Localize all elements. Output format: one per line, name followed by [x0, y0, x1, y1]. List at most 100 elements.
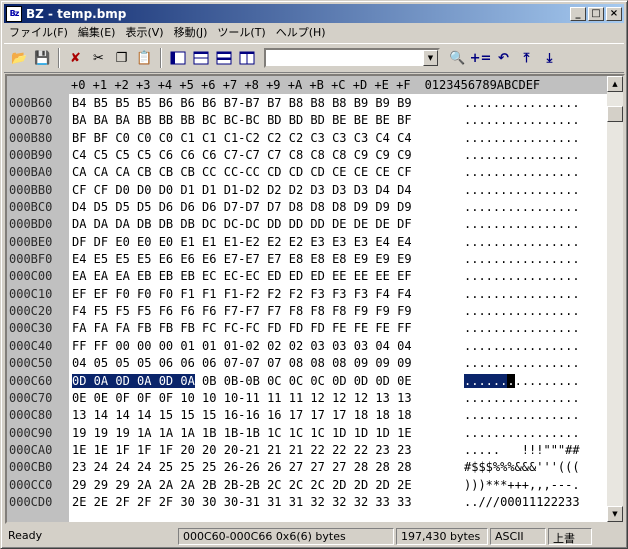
- row-hex-bytes[interactable]: BA BA BA BB BB BB BC BC-BC BD BD BD BE B…: [72, 112, 412, 129]
- row-hex-bytes[interactable]: EF EF F0 F0 F0 F1 F1 F1-F2 F2 F2 F3 F3 F…: [72, 286, 412, 303]
- row-ascii[interactable]: ................: [464, 164, 580, 181]
- scroll-down-icon[interactable]: ▼: [607, 506, 623, 522]
- search-combobox[interactable]: ▼: [264, 48, 440, 68]
- hex-row[interactable]: 000B80 BF BF C0 C0 C0 C1 C1 C1-C2 C2 C2 C…: [7, 130, 607, 147]
- find-icon[interactable]: 🔍: [446, 47, 469, 69]
- row-hex-bytes[interactable]: B4 B5 B5 B5 B6 B6 B6 B7-B7 B7 B8 B8 B8 B…: [72, 95, 412, 112]
- row-hex-bytes[interactable]: EA EA EA EB EB EB EC EC-EC ED ED ED EE E…: [72, 268, 412, 285]
- row-hex-bytes[interactable]: 1E 1E 1F 1F 1F 20 20 20-21 21 21 22 22 2…: [72, 442, 412, 459]
- paste-icon[interactable]: 📋: [133, 47, 156, 69]
- jump-down-icon[interactable]: ⤓: [538, 47, 561, 69]
- row-hex-bytes[interactable]: 13 14 14 14 15 15 15 16-16 16 17 17 17 1…: [72, 407, 412, 424]
- row-hex-bytes[interactable]: BF BF C0 C0 C0 C1 C1 C1-C2 C2 C2 C3 C3 C…: [72, 130, 412, 147]
- row-ascii[interactable]: ................: [464, 199, 580, 216]
- row-ascii[interactable]: ................: [464, 182, 580, 199]
- row-hex-bytes[interactable]: FF FF 00 00 00 01 01 01-02 02 02 03 03 0…: [72, 338, 412, 355]
- hex-row[interactable]: 000BE0 DF DF E0 E0 E0 E1 E1 E1-E2 E2 E2 E…: [7, 234, 607, 251]
- row-hex-bytes[interactable]: 19 19 19 1A 1A 1A 1B 1B-1B 1C 1C 1C 1D 1…: [72, 425, 412, 442]
- layout-single-icon[interactable]: [166, 47, 189, 69]
- hex-row[interactable]: 000C80 13 14 14 14 15 15 15 16-16 16 17 1…: [7, 407, 607, 424]
- hex-rows[interactable]: 000B60 B4 B5 B5 B5 B6 B6 B6 B7-B7 B7 B8 B…: [7, 95, 607, 511]
- row-hex-bytes[interactable]: 2E 2E 2F 2F 2F 30 30 30-31 31 31 32 32 3…: [72, 494, 412, 511]
- scroll-thumb[interactable]: [607, 106, 623, 122]
- hex-row[interactable]: 000BA0 CA CA CA CB CB CB CC CC-CC CD CD C…: [7, 164, 607, 181]
- row-hex-bytes[interactable]: 04 05 05 05 06 06 06 07-07 07 08 08 08 0…: [72, 355, 412, 372]
- hex-row[interactable]: 000BB0 CF CF D0 D0 D0 D1 D1 D1-D2 D2 D2 D…: [7, 182, 607, 199]
- row-ascii[interactable]: ................: [464, 373, 580, 390]
- row-ascii[interactable]: ................: [464, 286, 580, 303]
- hex-row[interactable]: 000B60 B4 B5 B5 B5 B6 B6 B6 B7-B7 B7 B8 B…: [7, 95, 607, 112]
- row-hex-bytes[interactable]: 0E 0E 0F 0F 0F 10 10 10-11 11 11 12 12 1…: [72, 390, 412, 407]
- hex-row[interactable]: 000CA0 1E 1E 1F 1F 1F 20 20 20-21 21 21 2…: [7, 442, 607, 459]
- row-ascii[interactable]: ..... !!!"""##: [464, 442, 580, 459]
- row-ascii[interactable]: #$$$%%%&&&'''(((: [464, 459, 580, 476]
- layout-split-h-icon[interactable]: [189, 47, 212, 69]
- hex-row[interactable]: 000B90 C4 C5 C5 C5 C6 C6 C6 C7-C7 C7 C8 C…: [7, 147, 607, 164]
- close-button[interactable]: ×: [606, 6, 622, 21]
- hex-row[interactable]: 000C20 F4 F5 F5 F5 F6 F6 F6 F7-F7 F7 F8 F…: [7, 303, 607, 320]
- row-ascii[interactable]: ................: [464, 216, 580, 233]
- hex-row[interactable]: 000CD0 2E 2E 2F 2F 2F 30 30 30-31 31 31 3…: [7, 494, 607, 511]
- menu-jump[interactable]: 移動(J): [169, 24, 213, 40]
- chevron-down-icon[interactable]: ▼: [423, 50, 438, 66]
- row-ascii[interactable]: ................: [464, 251, 580, 268]
- hex-row[interactable]: 000BC0 D4 D5 D5 D5 D6 D6 D6 D7-D7 D7 D8 D…: [7, 199, 607, 216]
- hex-row[interactable]: 000BD0 DA DA DA DB DB DB DC DC-DC DD DD D…: [7, 216, 607, 233]
- row-ascii[interactable]: ................: [464, 234, 580, 251]
- row-hex-bytes[interactable]: CF CF D0 D0 D0 D1 D1 D1-D2 D2 D2 D3 D3 D…: [72, 182, 412, 199]
- maximize-button[interactable]: □: [588, 6, 604, 21]
- row-ascii[interactable]: ................: [464, 355, 580, 372]
- title-bar[interactable]: Bz BZ - temp.bmp _ □ ×: [4, 4, 624, 23]
- row-hex-bytes[interactable]: 23 24 24 24 25 25 25 26-26 26 27 27 27 2…: [72, 459, 412, 476]
- hex-row[interactable]: 000C00 EA EA EA EB EB EB EC EC-EC ED ED E…: [7, 268, 607, 285]
- row-ascii[interactable]: ................: [464, 95, 580, 112]
- hex-row[interactable]: 000C10 EF EF F0 F0 F0 F1 F1 F1-F2 F2 F2 F…: [7, 286, 607, 303]
- row-hex-bytes[interactable]: E4 E5 E5 E5 E6 E6 E6 E7-E7 E7 E8 E8 E8 E…: [72, 251, 412, 268]
- row-hex-rest[interactable]: 0B 0B-0B 0C 0C 0C 0D 0D 0D 0E: [195, 374, 412, 388]
- row-ascii-rest[interactable]: .........: [515, 374, 580, 388]
- row-hex-bytes[interactable]: CA CA CA CB CB CB CC CC-CC CD CD CD CE C…: [72, 164, 412, 181]
- selected-bytes[interactable]: 0D 0A 0D 0A 0D 0A: [72, 373, 195, 388]
- open-folder-icon[interactable]: 📂: [8, 47, 31, 69]
- row-ascii[interactable]: ................: [464, 303, 580, 320]
- row-ascii[interactable]: ................: [464, 338, 580, 355]
- row-hex-bytes[interactable]: D4 D5 D5 D5 D6 D6 D6 D7-D7 D7 D8 D8 D8 D…: [72, 199, 412, 216]
- row-hex-bytes[interactable]: FA FA FA FB FB FB FC FC-FC FD FD FD FE F…: [72, 320, 412, 337]
- hex-editor-view[interactable]: +0 +1 +2 +3 +4 +5 +6 +7 +8 +9 +A +B +C +…: [5, 74, 625, 524]
- layout-split-h2-icon[interactable]: [212, 47, 235, 69]
- menu-file[interactable]: ファイル(F): [4, 24, 73, 40]
- row-ascii[interactable]: ................: [464, 407, 580, 424]
- hex-row[interactable]: 000BF0 E4 E5 E5 E5 E6 E6 E6 E7-E7 E7 E8 E…: [7, 251, 607, 268]
- scroll-up-icon[interactable]: ▲: [607, 76, 623, 92]
- hex-row[interactable]: 000C70 0E 0E 0F 0F 0F 10 10 10-11 11 11 1…: [7, 390, 607, 407]
- row-hex-bytes[interactable]: 0D 0A 0D 0A 0D 0A 0B 0B-0B 0C 0C 0C 0D 0…: [72, 373, 412, 390]
- menu-view[interactable]: 表示(V): [120, 24, 168, 40]
- row-ascii[interactable]: ................: [464, 268, 580, 285]
- row-hex-bytes[interactable]: C4 C5 C5 C5 C6 C6 C6 C7-C7 C7 C8 C8 C8 C…: [72, 147, 412, 164]
- row-ascii[interactable]: ................: [464, 425, 580, 442]
- row-ascii[interactable]: ................: [464, 112, 580, 129]
- row-hex-bytes[interactable]: DA DA DA DB DB DB DC DC-DC DD DD DD DE D…: [72, 216, 412, 233]
- delete-icon[interactable]: ✘: [64, 47, 87, 69]
- selected-ascii[interactable]: ......: [464, 373, 508, 388]
- hex-row[interactable]: 000B70 BA BA BA BB BB BB BC BC-BC BD BD B…: [7, 112, 607, 129]
- jump-top-icon[interactable]: ⤒: [515, 47, 538, 69]
- row-ascii[interactable]: ..///00011122233: [464, 494, 580, 511]
- minimize-button[interactable]: _: [570, 6, 586, 21]
- menu-help[interactable]: ヘルプ(H): [271, 24, 331, 40]
- cut-icon[interactable]: ✂: [87, 47, 110, 69]
- row-ascii[interactable]: ................: [464, 130, 580, 147]
- hex-row[interactable]: 000CB0 23 24 24 24 25 25 25 26-26 26 27 2…: [7, 459, 607, 476]
- hex-row[interactable]: 000C90 19 19 19 1A 1A 1A 1B 1B-1B 1C 1C 1…: [7, 425, 607, 442]
- hex-row[interactable]: 000C30 FA FA FA FB FB FB FC FC-FC FD FD F…: [7, 320, 607, 337]
- hex-row[interactable]: 000C60 0D 0A 0D 0A 0D 0A 0B 0B-0B 0C 0C 0…: [7, 373, 607, 390]
- row-hex-bytes[interactable]: DF DF E0 E0 E0 E1 E1 E1-E2 E2 E2 E3 E3 E…: [72, 234, 412, 251]
- copy-icon[interactable]: ❐: [110, 47, 133, 69]
- save-icon[interactable]: 💾: [31, 47, 54, 69]
- row-ascii[interactable]: ................: [464, 147, 580, 164]
- menu-edit[interactable]: 編集(E): [73, 24, 121, 40]
- hex-row[interactable]: 000C40 FF FF 00 00 00 01 01 01-02 02 02 0…: [7, 338, 607, 355]
- layout-split-v-icon[interactable]: [235, 47, 258, 69]
- vertical-scrollbar[interactable]: ▲ ▼: [607, 76, 623, 522]
- row-hex-bytes[interactable]: F4 F5 F5 F5 F6 F6 F6 F7-F7 F7 F8 F8 F8 F…: [72, 303, 412, 320]
